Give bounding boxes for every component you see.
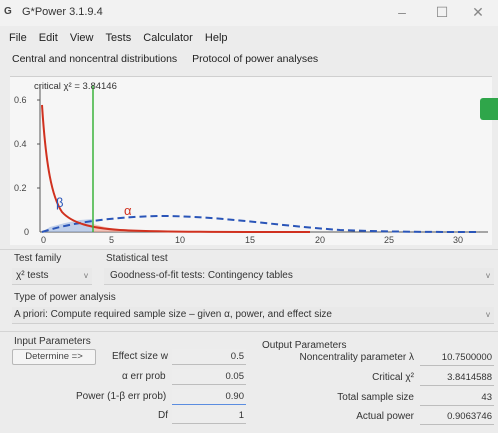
actual-power-value: 0.9063746 xyxy=(447,411,492,422)
chevron-down-icon: v xyxy=(486,310,490,319)
critical-value-label: critical χ² = 3.84146 xyxy=(34,81,117,92)
x-tick-label: 5 xyxy=(109,235,114,245)
power-label: Power (1-β err prob) xyxy=(76,391,167,402)
tab-protocol[interactable]: Protocol of power analyses xyxy=(192,50,318,68)
title-bar: G G*Power 3.1.9.4 – ☐ ✕ xyxy=(0,0,498,26)
statistical-test-value: Goodness-of-fit tests: Contingency table… xyxy=(110,270,293,281)
test-family-label: Test family xyxy=(14,253,62,264)
menu-edit[interactable]: Edit xyxy=(39,28,58,48)
analysis-type-select[interactable]: A priori: Compute required sample size –… xyxy=(12,307,494,324)
y-tick-label: 0 xyxy=(24,227,29,237)
x-tick-label: 10 xyxy=(175,235,185,245)
divider xyxy=(0,249,498,250)
close-button[interactable]: ✕ xyxy=(458,2,498,22)
statistical-test-select[interactable]: Goodness-of-fit tests: Contingency table… xyxy=(104,268,494,285)
x-tick-label: 0 xyxy=(41,235,46,245)
alpha-err-value: 0.05 xyxy=(225,371,245,382)
noncentrality-label: Noncentrality parameter λ xyxy=(299,352,415,363)
gpower-window: G G*Power 3.1.9.4 – ☐ ✕ File Edit View T… xyxy=(0,0,498,433)
effect-size-label: Effect size w xyxy=(112,351,168,362)
maximize-button[interactable]: ☐ xyxy=(422,2,462,22)
menu-view[interactable]: View xyxy=(70,28,94,48)
alpha-err-label: α err prob xyxy=(122,371,166,382)
y-tick-label: 0.4 xyxy=(14,139,27,149)
critical-chi-label: Critical χ² xyxy=(372,372,414,383)
x-tick-label: 25 xyxy=(384,235,394,245)
analysis-type-label: Type of power analysis xyxy=(14,292,116,303)
y-tick-label: 0.6 xyxy=(14,95,27,105)
tab-distributions[interactable]: Central and noncentral distributions xyxy=(12,50,177,68)
view-tabs: Central and noncentral distributions Pro… xyxy=(0,50,498,68)
input-parameters-heading: Input Parameters xyxy=(14,336,91,347)
statistical-test-label: Statistical test xyxy=(106,253,168,264)
effect-size-value: 0.5 xyxy=(230,351,244,362)
analysis-type-value: A priori: Compute required sample size –… xyxy=(14,309,332,320)
distribution-plot: 0.6 0.4 0.2 0 0 5 10 15 20 25 30 critica… xyxy=(14,81,488,245)
menu-help[interactable]: Help xyxy=(205,28,228,48)
df-value: 1 xyxy=(238,410,244,421)
sample-size-label: Total sample size xyxy=(337,392,414,403)
distribution-graph: 0.6 0.4 0.2 0 0 5 10 15 20 25 30 critica… xyxy=(10,76,492,245)
critical-chi-value: 3.8414588 xyxy=(447,372,492,383)
output-parameters-heading: Output Parameters xyxy=(262,340,347,351)
power-value: 0.90 xyxy=(225,391,245,402)
chevron-down-icon: v xyxy=(486,271,490,280)
minimize-button[interactable]: – xyxy=(382,2,422,22)
y-tick-label: 0.2 xyxy=(14,183,27,193)
menu-file[interactable]: File xyxy=(9,28,27,48)
collapse-graph-tab[interactable] xyxy=(480,98,498,120)
alpha-label: α xyxy=(124,203,132,218)
x-tick-label: 20 xyxy=(315,235,325,245)
noncentrality-value: 10.7500000 xyxy=(441,352,492,363)
chevron-down-icon: v xyxy=(84,271,88,280)
determine-button[interactable]: Determine => xyxy=(12,349,96,365)
x-tick-label: 30 xyxy=(453,235,463,245)
central-curve xyxy=(41,104,311,233)
menu-calculator[interactable]: Calculator xyxy=(143,28,193,48)
test-family-select[interactable]: χ² tests v xyxy=(12,268,92,285)
menu-tests[interactable]: Tests xyxy=(106,28,132,48)
window-title: G*Power 3.1.9.4 xyxy=(22,6,103,18)
gpower-icon: G xyxy=(4,6,12,17)
menu-bar: File Edit View Tests Calculator Help xyxy=(0,28,498,48)
test-family-value: χ² tests xyxy=(16,270,49,281)
beta-label: β xyxy=(56,195,63,210)
x-tick-label: 15 xyxy=(245,235,255,245)
sample-size-value: 43 xyxy=(481,392,492,403)
divider xyxy=(0,331,498,332)
df-label: Df xyxy=(158,410,168,421)
actual-power-label: Actual power xyxy=(356,411,414,422)
